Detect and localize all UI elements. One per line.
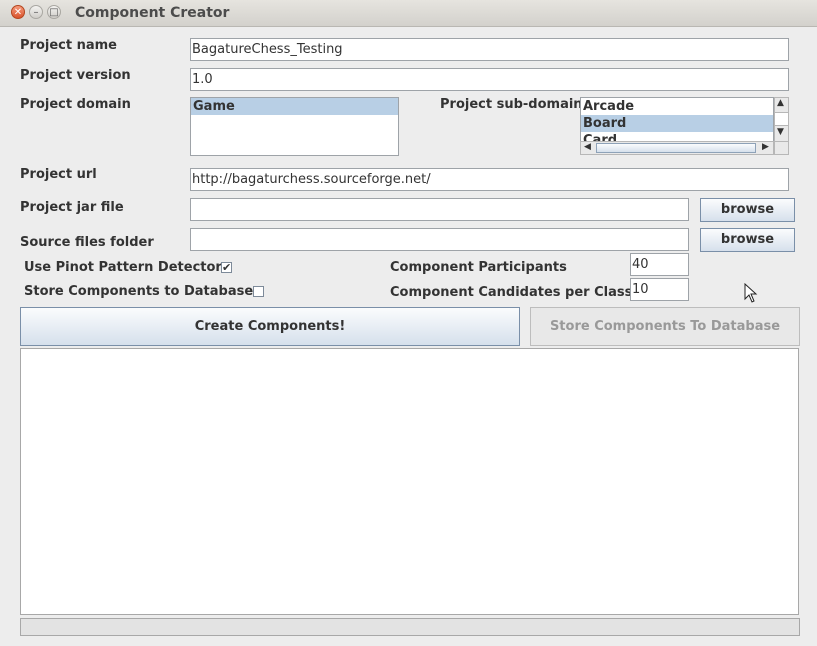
scrollbar-thumb[interactable]: [596, 143, 756, 153]
project-subdomain-label: Project sub-domain: [440, 97, 583, 112]
component-candidates-label: Component Candidates per Class: [390, 285, 633, 300]
checkmark-icon: ✔: [222, 261, 232, 274]
project-url-label: Project url: [20, 167, 97, 182]
store-components-db-label: Store Components to Database: [24, 284, 254, 299]
create-components-button[interactable]: Create Components!: [20, 307, 520, 346]
project-jar-file-label: Project jar file: [20, 200, 124, 215]
subdomain-vertical-scrollbar[interactable]: ▲ ▼: [774, 97, 789, 142]
source-files-folder-label: Source files folder: [20, 235, 154, 250]
arrow-right-icon[interactable]: ▶: [762, 142, 769, 152]
project-name-field[interactable]: BagatureChess_Testing: [190, 38, 789, 61]
window-title: Component Creator: [75, 5, 230, 21]
store-components-db-checkbox[interactable]: [253, 286, 264, 297]
use-pinot-label: Use Pinot Pattern Detector: [24, 260, 222, 275]
project-version-field[interactable]: 1.0: [190, 68, 789, 91]
arrow-left-icon[interactable]: ◀: [584, 142, 591, 152]
mouse-cursor-icon: [744, 283, 758, 303]
component-participants-label: Component Participants: [390, 260, 567, 275]
project-url-field[interactable]: http://bagaturchess.sourceforge.net/: [190, 168, 789, 191]
domain-item-game[interactable]: Game: [191, 98, 398, 115]
browse-jar-button[interactable]: browse: [700, 198, 795, 222]
component-participants-field[interactable]: 40: [630, 253, 689, 276]
arrow-up-icon[interactable]: ▲: [777, 98, 784, 108]
project-jar-file-field[interactable]: [190, 198, 689, 221]
project-subdomain-list[interactable]: Arcade Board Card: [580, 97, 774, 142]
subdomain-item-arcade[interactable]: Arcade: [581, 98, 773, 115]
minimize-icon[interactable]: –: [29, 5, 43, 19]
store-components-button[interactable]: Store Components To Database: [530, 307, 800, 346]
title-bar: ✕ – □ Component Creator: [0, 0, 817, 27]
subdomain-horizontal-scrollbar[interactable]: ◀ ▶: [580, 141, 774, 155]
scrollbar-corner: [774, 141, 789, 155]
arrow-down-icon[interactable]: ▼: [777, 127, 784, 137]
close-icon[interactable]: ✕: [11, 5, 25, 19]
progress-bar: [20, 618, 800, 636]
component-candidates-field[interactable]: 10: [630, 278, 689, 301]
project-version-label: Project version: [20, 68, 131, 83]
project-domain-list[interactable]: Game: [190, 97, 399, 156]
source-files-folder-field[interactable]: [190, 228, 689, 251]
scrollbar-thumb[interactable]: [775, 112, 788, 126]
browse-source-button[interactable]: browse: [700, 228, 795, 252]
maximize-icon[interactable]: □: [47, 5, 61, 19]
output-text-area[interactable]: [20, 348, 799, 615]
project-name-label: Project name: [20, 38, 117, 53]
subdomain-item-board[interactable]: Board: [581, 115, 773, 132]
project-domain-label: Project domain: [20, 97, 131, 112]
use-pinot-checkbox[interactable]: ✔: [221, 262, 232, 273]
